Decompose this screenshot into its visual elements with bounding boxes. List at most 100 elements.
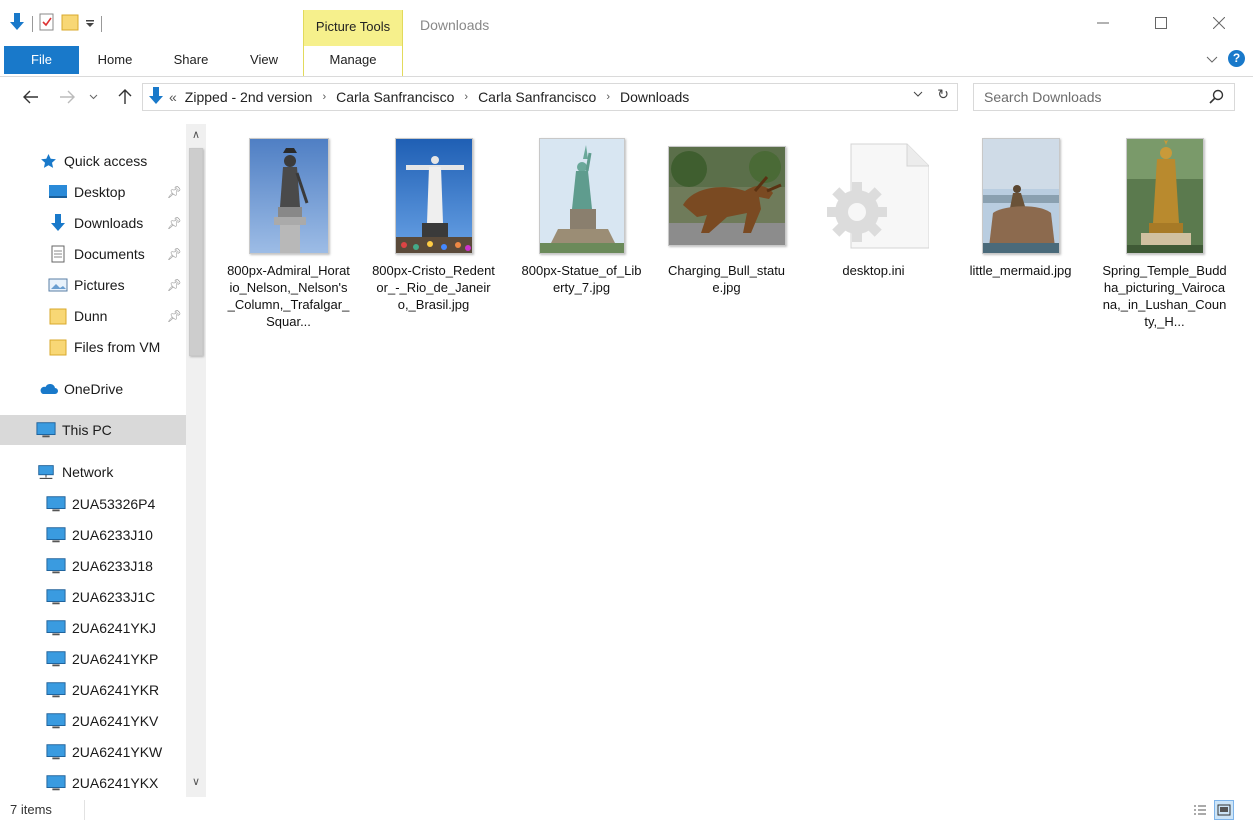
refresh-icon[interactable]: ↻ <box>937 86 949 103</box>
sidebar-item-label: 2UA6241YKV <box>72 713 159 729</box>
details-view-button[interactable] <box>1190 800 1210 820</box>
minimize-icon <box>1097 22 1109 24</box>
monitor-icon <box>46 557 66 575</box>
file-item[interactable]: 800px-Cristo_Redentor_-_Rio_de_Janeiro,_… <box>366 128 501 358</box>
expand-ribbon-chevron-icon[interactable] <box>1206 51 1218 67</box>
sidebar-item-network[interactable]: Network <box>0 457 186 487</box>
sidebar-item-label: 2UA6233J10 <box>72 527 153 543</box>
star-icon <box>38 152 58 170</box>
quick-access-toolbar <box>8 12 102 35</box>
sidebar-item-computer[interactable]: 2UA6241YKJ <box>0 613 186 643</box>
pin-icon[interactable]: 📌︎ <box>167 309 182 323</box>
sidebar-item-label: 2UA6233J18 <box>72 558 153 574</box>
tab-share[interactable]: Share <box>162 46 220 76</box>
close-button[interactable] <box>1196 8 1242 38</box>
file-item[interactable]: little_mermaid.jpg <box>953 128 1088 358</box>
sidebar-item-label: 2UA6233J1C <box>72 589 156 605</box>
breadcrumb-item[interactable]: Zipped - 2nd version <box>185 89 313 105</box>
sidebar-item-label: Files from VM <box>74 339 161 355</box>
monitor-icon <box>46 681 66 699</box>
nav-pane-scrollbar[interactable]: ∧ ∨ <box>186 124 206 797</box>
sidebar-item-dunn[interactable]: Dunn 📌︎ <box>0 301 186 331</box>
sidebar-item-computer[interactable]: 2UA53326P4 <box>0 489 186 519</box>
tab-home[interactable]: Home <box>84 46 146 76</box>
tab-manage[interactable]: Manage <box>303 46 403 76</box>
back-button[interactable] <box>20 86 42 108</box>
sidebar-item-documents[interactable]: Documents 📌︎ <box>0 239 186 269</box>
breadcrumb-item[interactable]: Carla Sanfrancisco <box>336 89 454 105</box>
sidebar-item-label: 2UA53326P4 <box>72 496 156 512</box>
sidebar-item-computer[interactable]: 2UA6241YKP <box>0 644 186 674</box>
breadcrumb-item[interactable]: Carla Sanfrancisco <box>478 89 596 105</box>
file-item[interactable]: desktop.ini <box>806 128 941 358</box>
forward-button[interactable] <box>56 86 78 108</box>
item-count: 7 items <box>10 802 52 817</box>
pin-icon[interactable]: 📌︎ <box>167 278 182 292</box>
file-thumbnail <box>1097 136 1232 256</box>
sidebar-item-computer[interactable]: 2UA6233J10 <box>0 520 186 550</box>
breadcrumb-chevron-icon[interactable]: › <box>464 91 468 103</box>
large-icons-view-button[interactable] <box>1214 800 1234 820</box>
breadcrumb-overflow[interactable]: « <box>169 89 177 105</box>
sidebar-item-this-pc[interactable]: This PC <box>0 415 186 445</box>
sidebar-item-computer[interactable]: 2UA6233J18 <box>0 551 186 581</box>
breadcrumb-chevron-icon[interactable]: › <box>606 91 610 103</box>
document-icon <box>48 245 68 263</box>
sidebar-item-label: 2UA6241YKP <box>72 651 159 667</box>
customize-dropdown-icon[interactable] <box>85 16 95 32</box>
help-icon[interactable]: ? <box>1228 50 1245 67</box>
pin-icon[interactable]: 📌︎ <box>167 247 182 261</box>
nelson-column-thumbnail <box>248 138 329 254</box>
sidebar-item-label: Documents <box>74 246 145 262</box>
file-item[interactable]: Spring_Temple_Buddha_picturing_Vairocana… <box>1097 128 1232 358</box>
pin-icon[interactable]: 📌︎ <box>167 185 182 199</box>
address-bar[interactable]: « Zipped - 2nd version › Carla Sanfranci… <box>142 83 958 111</box>
sidebar-item-files-from-vm[interactable]: Files from VM <box>0 332 186 362</box>
file-item[interactable]: 800px-Statue_of_Liberty_7.jpg <box>514 128 649 358</box>
monitor-icon <box>36 421 56 439</box>
scrollbar-thumb[interactable] <box>189 148 203 356</box>
recent-locations-button[interactable] <box>86 86 100 108</box>
properties-icon[interactable] <box>39 13 55 34</box>
up-button[interactable] <box>114 86 136 108</box>
sidebar-item-computer[interactable]: 2UA6233J1C <box>0 582 186 612</box>
navigation-pane: Quick access Desktop 📌︎ Downloads 📌︎ Doc… <box>0 124 206 797</box>
download-arrow-icon <box>48 214 68 232</box>
maximize-button[interactable] <box>1138 8 1184 38</box>
file-thumbnail <box>659 136 794 256</box>
new-folder-icon[interactable] <box>61 13 79 34</box>
sidebar-item-computer[interactable]: 2UA6241YKR <box>0 675 186 705</box>
tab-view[interactable]: View <box>236 46 292 76</box>
sidebar-item-computer[interactable]: 2UA6241YKW <box>0 737 186 767</box>
monitor-icon <box>46 743 66 761</box>
navigation-row: « Zipped - 2nd version › Carla Sanfranci… <box>0 78 1253 118</box>
breadcrumb-chevron-icon[interactable]: › <box>322 91 326 103</box>
file-name: Charging_Bull_statue.jpg <box>667 263 786 295</box>
large-icons-view-icon <box>1217 804 1231 816</box>
pictures-icon <box>48 276 68 294</box>
sidebar-item-computer[interactable]: 2UA6241YKX <box>0 768 186 797</box>
sidebar-item-quick-access[interactable]: Quick access <box>0 146 186 176</box>
title-bar: Picture Tools Downloads <box>0 0 1253 46</box>
sidebar-item-computer[interactable]: 2UA6241YKV <box>0 706 186 736</box>
little-mermaid-thumbnail <box>981 138 1060 254</box>
tab-file[interactable]: File <box>4 46 79 74</box>
minimize-button[interactable] <box>1080 8 1126 38</box>
sidebar-item-downloads[interactable]: Downloads 📌︎ <box>0 208 186 238</box>
search-icon[interactable] <box>1209 89 1224 107</box>
file-item[interactable]: 800px-Admiral_Horatio_Nelson,_Nelson's_C… <box>221 128 356 358</box>
file-item[interactable]: Charging_Bull_statue.jpg <box>659 128 794 358</box>
search-input[interactable] <box>974 84 1194 110</box>
address-dropdown-icon[interactable] <box>913 88 923 100</box>
download-arrow-icon[interactable] <box>8 12 26 35</box>
breadcrumb-item[interactable]: Downloads <box>620 89 689 105</box>
folder-icon <box>48 338 68 356</box>
search-box[interactable] <box>973 83 1235 111</box>
scroll-down-arrow-icon[interactable]: ∨ <box>186 775 206 793</box>
pin-icon[interactable]: 📌︎ <box>167 216 182 230</box>
sidebar-item-label: 2UA6241YKX <box>72 775 159 791</box>
sidebar-item-onedrive[interactable]: OneDrive <box>0 374 186 404</box>
sidebar-item-pictures[interactable]: Pictures 📌︎ <box>0 270 186 300</box>
sidebar-item-desktop[interactable]: Desktop 📌︎ <box>0 177 186 207</box>
scroll-up-arrow-icon[interactable]: ∧ <box>186 128 206 146</box>
